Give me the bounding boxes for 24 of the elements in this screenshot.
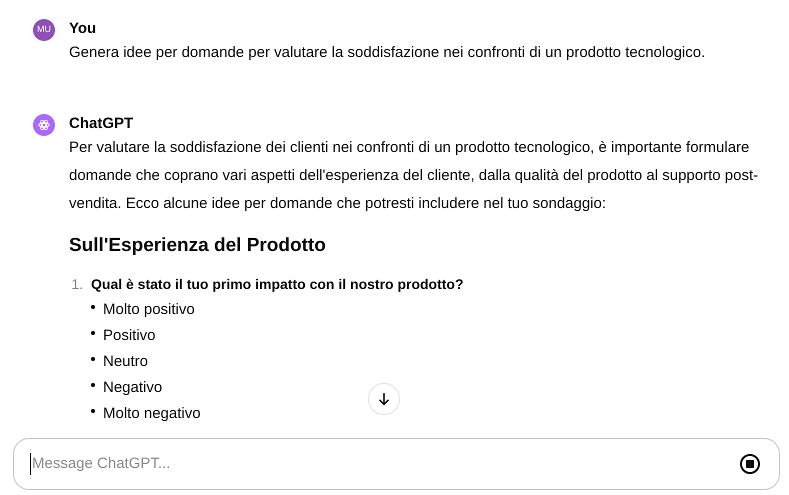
message-input: Message ChatGPT... <box>30 452 739 476</box>
option-text: Positivo <box>103 326 156 346</box>
option-text: Molto negativo <box>103 404 201 424</box>
option-text: Negativo <box>103 378 162 398</box>
user-avatar: MU <box>33 19 55 41</box>
option-text: Molto positivo <box>103 300 195 320</box>
option-text: Neutro <box>103 352 148 372</box>
message-field[interactable]: Message ChatGPT... <box>13 438 780 490</box>
bullet-icon <box>91 356 95 360</box>
bullet-icon <box>91 382 95 386</box>
list-number: 1. <box>70 274 83 294</box>
author-name: You <box>69 19 98 39</box>
stop-icon[interactable] <box>739 453 761 475</box>
author-name: ChatGPT <box>69 114 134 134</box>
question-text: Qual è stato il tuo primo impatto con il nostro prodotto? <box>91 274 464 294</box>
assistant-avatar-icon <box>33 114 55 136</box>
arrow-down-icon <box>376 391 392 407</box>
message-text: Genera idee per domande per valutare la soddisfazione nei confronti di un prodotto tecnologico. <box>69 43 706 63</box>
bullet-icon <box>91 304 95 308</box>
scroll-down-button[interactable] <box>368 383 400 415</box>
section-heading: Sull'Esperienza del Prodotto <box>69 234 327 258</box>
message-text: Per valutare la soddisfazione dei clienti nei confronti di un prodotto tecnologico, è importante formulare domande che coprano vari aspetti dell'esperienza del cliente, dalla qualità del prodotto al supporto post-vendita. Ecco alcune idee per domande che potresti includere nel tuo sondaggio: <box>69 138 759 214</box>
bullet-icon <box>91 330 95 334</box>
bullet-icon <box>91 408 95 412</box>
